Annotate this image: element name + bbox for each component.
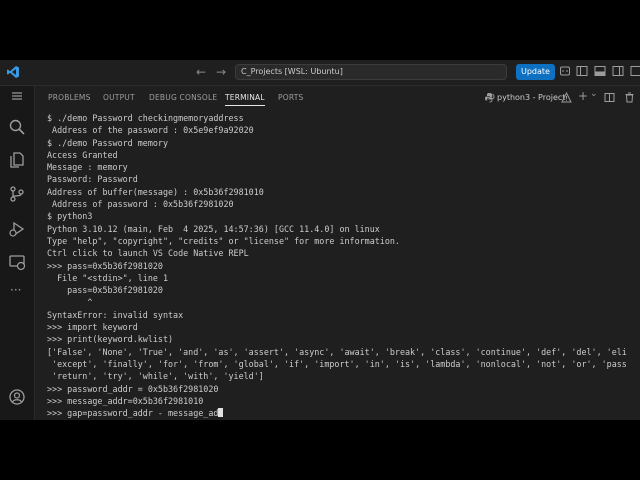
toggle-sidebar-icon[interactable] [576,65,588,77]
toggle-panel-icon[interactable] [594,65,606,77]
terminal-instance-label[interactable]: python3 - Project [497,93,565,102]
terminal-line: >>> import keyword [47,322,138,333]
terminal-line: $ ./demo Password memory [47,137,169,148]
new-terminal-plus-icon[interactable]: + [578,89,588,103]
copilot-icon[interactable] [559,65,571,77]
menu-icon[interactable] [10,89,24,103]
new-terminal-dropdown-icon[interactable]: ⌄ [590,89,598,99]
python-terminal-icon [485,93,495,103]
back-arrow-icon[interactable]: ← [196,64,206,80]
activity-bar: ··· 1 [0,86,35,420]
terminal-line: Type "help", "copyright", "credits" or "… [47,235,400,246]
split-terminal-icon[interactable] [604,92,615,103]
terminal-output[interactable]: $ ./demo Password checkingmemoryaddress … [47,112,640,420]
terminal-line: Ctrl click to launch VS Code Native REPL [47,248,249,259]
terminal-line: Message : memory [47,162,128,173]
terminal-lines: $ ./demo Password checkingmemoryaddress … [47,112,640,407]
forward-arrow-icon[interactable]: → [216,64,226,80]
search-icon[interactable] [8,118,26,136]
terminal-line: 'except', 'finally', 'for', 'from', 'glo… [47,358,627,369]
panel-tab-bar: PROBLEMS OUTPUT DEBUG CONSOLE TERMINAL P… [35,86,640,108]
terminal-line: Password: Password [47,174,138,185]
customize-layout-icon[interactable] [630,65,640,77]
terminal-line: Address of password : 0x5b36f2981020 [47,199,234,210]
kill-terminal-trash-icon[interactable] [624,92,635,103]
terminal-line: File "<stdin>", line 1 [47,272,169,283]
tab-output[interactable]: OUTPUT [103,93,135,102]
tab-terminal[interactable]: TERMINAL [225,93,265,102]
vscode-logo-icon [7,66,19,78]
terminal-cursor [218,408,224,418]
terminal-line: pass=0x5b36f2981020 [47,285,163,296]
terminal-current-input[interactable]: >>> gap=password_addr - message_ad [47,408,218,418]
terminal-line: Address of buffer(message) : 0x5b36f2981… [47,186,264,197]
terminal-line: Python 3.10.12 (main, Feb 4 2025, 14:57:… [47,223,380,234]
warning-icon [561,92,572,103]
account-icon[interactable] [8,388,26,406]
terminal-input-line[interactable]: >>> gap=password_addr - message_ad [47,407,640,419]
active-tab-underline [225,105,265,106]
tab-ports[interactable]: PORTS [278,93,303,102]
tab-debug-console[interactable]: DEBUG CONSOLE [149,93,217,102]
command-center-search[interactable]: C_Projects [WSL: Ubuntu] [235,64,507,80]
update-button[interactable]: Update [516,64,555,80]
title-bar: ← → C_Projects [WSL: Ubuntu] Update [0,60,640,86]
tab-problems[interactable]: PROBLEMS [48,93,91,102]
terminal-line: $ ./demo Password checkingmemoryaddress [47,113,244,123]
run-debug-icon[interactable] [8,220,26,238]
terminal-line: Address of the password : 0x5e9ef9a92020 [47,125,254,136]
terminal-line: 'return', 'try', 'while', 'with', 'yield… [47,371,264,382]
vscode-window: ← → C_Projects [WSL: Ubuntu] Update ··· … [0,60,640,420]
more-icon[interactable]: ··· [10,283,21,297]
source-control-icon[interactable] [8,185,26,203]
terminal-line: >>> password_addr = 0x5b36f2981020 [47,383,219,394]
terminal-line: SyntaxError: invalid syntax [47,309,184,320]
terminal-line: ^ [47,297,93,308]
terminal-line: ['False', 'None', 'True', 'and', 'as', '… [47,346,627,357]
toggle-secondary-sidebar-icon[interactable] [612,65,624,77]
terminal-line: Access Granted [47,149,118,160]
terminal-line: $ python3 [47,211,93,222]
terminal-line: >>> message_addr=0x5b36f2981010 [47,395,204,406]
explorer-files-icon[interactable] [8,151,26,169]
terminal-line: >>> pass=0x5b36f2981020 [47,260,163,271]
remote-explorer-icon[interactable] [8,253,26,271]
terminal-line: >>> print(keyword.kwlist) [47,334,174,345]
